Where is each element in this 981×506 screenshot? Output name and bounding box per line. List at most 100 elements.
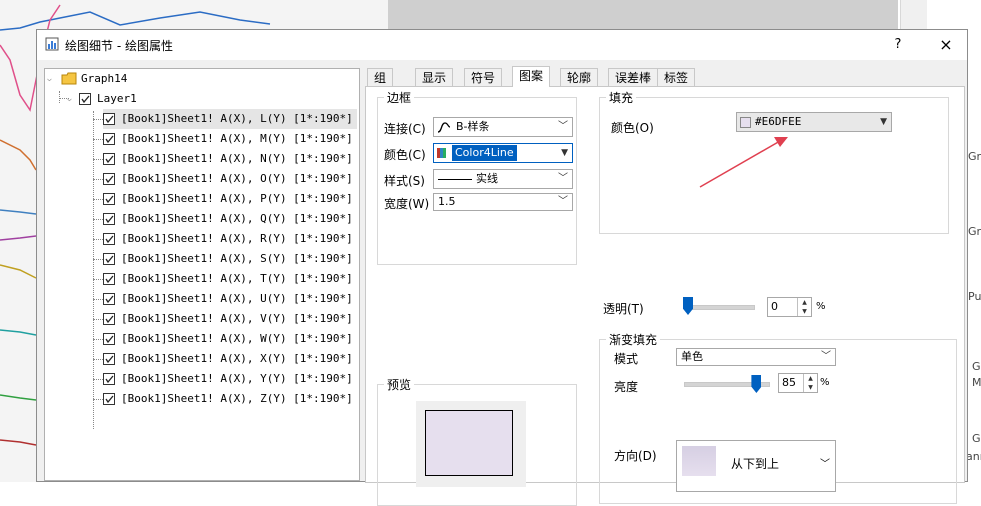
tab-pattern[interactable]: 图案 [512,66,551,87]
plot-tree-view[interactable]: ⌵ Graph14 ⌵ Layer1 [Book1]Sheet1! A(X), … [44,68,360,481]
tab-display[interactable]: 显示 [415,68,454,86]
tree-node-plot[interactable]: [Book1]Sheet1! A(X), R(Y) [1*:190*] [103,229,353,249]
plot-label: [Book1]Sheet1! A(X), U(Y) [1*:190*] [121,292,353,305]
bg-label-fragment: Gra [968,225,981,238]
border-style-value: 实线 [476,172,498,185]
chevron-down-icon: ﹀ [558,121,568,132]
tab-error-bar[interactable]: 误差棒 [608,68,659,86]
plot-checkbox[interactable] [103,333,115,345]
collapse-icon[interactable]: ⌵ [47,69,57,89]
connect-dropdown[interactable]: B-样条 ﹀ [433,117,573,137]
plot-label: [Book1]Sheet1! A(X), M(Y) [1*:190*] [121,132,353,145]
border-width-value: 1.5 [438,195,456,208]
transparency-spinbox[interactable]: 0 ▲ ▼ [767,297,812,317]
tree-node-plot[interactable]: [Book1]Sheet1! A(X), P(Y) [1*:190*] [103,189,353,209]
collapse-icon[interactable]: ⌵ [67,89,77,109]
bg-label-fragment: G [972,432,981,445]
plot-label: [Book1]Sheet1! A(X), P(Y) [1*:190*] [121,192,353,205]
tree-node-plot[interactable]: [Book1]Sheet1! A(X), M(Y) [1*:190*] [103,129,353,149]
border-color-label: 颜色(C) [384,148,426,162]
border-width-dropdown[interactable]: 1.5 ﹀ [433,193,573,211]
fill-color-value: #E6DFEE [755,115,802,128]
plot-label: [Book1]Sheet1! A(X), V(Y) [1*:190*] [121,312,353,325]
folder-icon [61,72,77,85]
brightness-value: 85 [782,376,796,389]
tree-node-plot[interactable]: [Book1]Sheet1! A(X), X(Y) [1*:190*] [103,349,353,369]
tree-node-plot[interactable]: [Book1]Sheet1! A(X), Y(Y) [1*:190*] [103,369,353,389]
plot-checkbox[interactable] [103,173,115,185]
tab-symbol[interactable]: 符号 [464,68,503,86]
transparency-slider-track[interactable] [687,305,755,310]
close-button[interactable]: × [933,33,959,57]
fill-color-dropdown[interactable]: #E6DFEE ▼ [736,112,892,132]
tree-node-plot[interactable]: [Book1]Sheet1! A(X), O(Y) [1*:190*] [103,169,353,189]
plot-checkbox[interactable] [103,153,115,165]
gradient-mode-label: 模式 [614,352,639,366]
direction-gradient-swatch [682,446,716,476]
gradient-mode-dropdown[interactable]: 单色 ﹀ [676,348,836,366]
tree-node-plot[interactable]: [Book1]Sheet1! A(X), Q(Y) [1*:190*] [103,209,353,229]
plot-checkbox[interactable] [103,193,115,205]
annotation-arrow-icon [699,137,788,188]
plot-label: [Book1]Sheet1! A(X), R(Y) [1*:190*] [121,232,353,245]
fill-color-swatch [740,117,751,128]
app-icon [45,37,59,51]
chevron-down-icon: ﹀ [558,173,568,184]
plot-checkbox[interactable] [103,133,115,145]
border-style-label: 样式(S) [384,174,425,188]
plot-checkbox[interactable] [103,353,115,365]
plot-checkbox[interactable] [103,253,115,265]
chevron-down-icon: ﹀ [820,459,830,470]
brightness-spinbox[interactable]: 85 ▲ ▼ [778,373,818,393]
direction-dropdown[interactable]: 从下到上 ﹀ [676,440,836,492]
brightness-label: 亮度 [614,380,639,394]
border-group: 边框 连接(C) B-样条 ﹀ 颜色(C) Color4Line ▼ 样式(S) [377,89,577,265]
connect-label: 连接(C) [384,122,426,136]
dialog-title: 绘图细节 - 绘图属性 [65,39,173,53]
plot-label: [Book1]Sheet1! A(X), T(Y) [1*:190*] [121,272,353,285]
plot-checkbox[interactable] [103,273,115,285]
chevron-down-icon: ﹀ [558,196,568,207]
plot-checkbox[interactable] [103,313,115,325]
tab-label[interactable]: 标签 [657,68,696,86]
spin-buttons[interactable]: ▲ ▼ [797,298,811,316]
tree-node-plot[interactable]: [Book1]Sheet1! A(X), T(Y) [1*:190*] [103,269,353,289]
bg-label-fragment: ann [966,450,981,463]
plot-checkbox[interactable] [103,293,115,305]
dialog-titlebar[interactable]: 绘图细节 - 绘图属性 ? × [37,30,967,60]
plot-checkbox[interactable] [103,213,115,225]
tree-node-plot[interactable]: [Book1]Sheet1! A(X), N(Y) [1*:190*] [103,149,353,169]
tree-node-plot[interactable]: [Book1]Sheet1! A(X), W(Y) [1*:190*] [103,329,353,349]
plot-label: [Book1]Sheet1! A(X), X(Y) [1*:190*] [121,352,353,365]
tree-node-plot[interactable]: [Book1]Sheet1! A(X), V(Y) [1*:190*] [103,309,353,329]
border-color-value: Color4Line [452,145,517,161]
plot-label: [Book1]Sheet1! A(X), N(Y) [1*:190*] [121,152,353,165]
tab-group[interactable]: 组 [367,68,394,86]
layer-checkbox[interactable] [79,93,91,105]
plot-checkbox[interactable] [103,393,115,405]
background-window-area [388,0,898,30]
fill-color-label: 颜色(O) [611,121,654,135]
color-increment-icon [437,148,446,158]
tree-node-plot[interactable]: [Book1]Sheet1! A(X), U(Y) [1*:190*] [103,289,353,309]
fill-group-title: 填充 [606,89,637,106]
tree-node-plot[interactable]: [Book1]Sheet1! A(X), L(Y) [1*:190*] [103,109,357,129]
gradient-group-title: 渐变填充 [606,331,661,348]
tree-node-plot[interactable]: [Book1]Sheet1! A(X), Z(Y) [1*:190*] [103,389,353,409]
help-button[interactable]: ? [885,33,911,57]
transparency-unit: % [816,301,826,312]
tree-node-plot[interactable]: [Book1]Sheet1! A(X), S(Y) [1*:190*] [103,249,353,269]
plot-details-dialog: 绘图细节 - 绘图属性 ? × ⌵ Graph14 ⌵ Layer1 [Book… [36,29,968,506]
spin-buttons[interactable]: ▲ ▼ [803,374,817,392]
border-style-dropdown[interactable]: 实线 ﹀ [433,169,573,189]
plot-label: [Book1]Sheet1! A(X), L(Y) [1*:190*] [121,112,353,125]
plot-checkbox[interactable] [103,233,115,245]
transparency-slider-thumb[interactable] [683,297,693,315]
brightness-slider-thumb[interactable] [751,375,762,393]
border-color-dropdown[interactable]: Color4Line ▼ [433,143,573,163]
tab-outline[interactable]: 轮廓 [560,68,599,86]
plot-checkbox[interactable] [103,373,115,385]
plot-checkbox[interactable] [103,113,115,125]
brightness-unit: % [820,377,830,388]
direction-label: 方向(D) [614,449,657,463]
